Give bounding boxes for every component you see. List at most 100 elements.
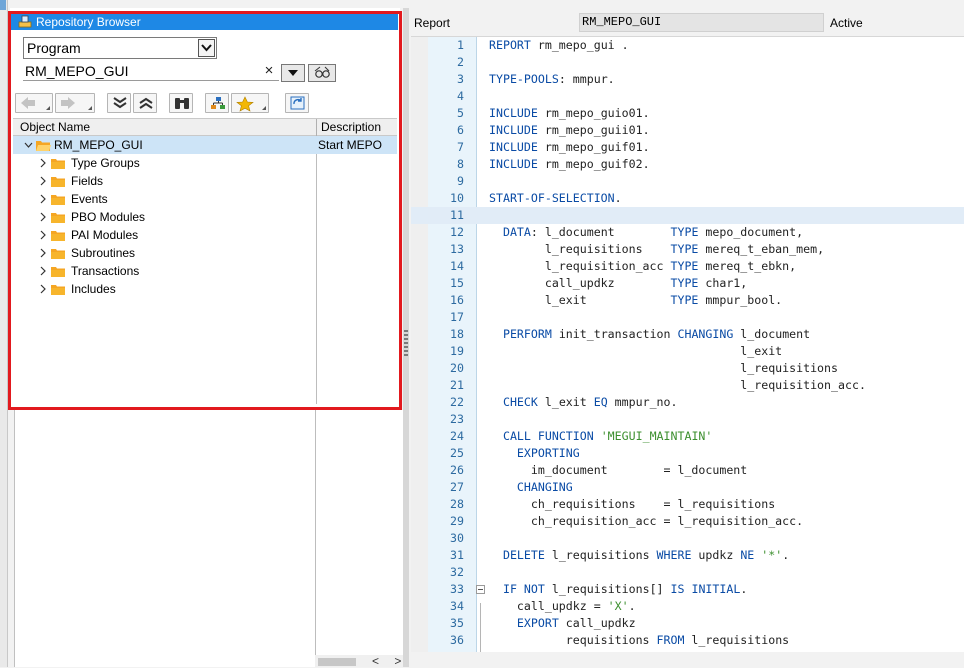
line-number: 18 [450, 327, 464, 341]
code-line[interactable]: 15 call_updkz TYPE char1, [411, 275, 964, 292]
folder-icon [51, 267, 65, 277]
line-number: 36 [450, 633, 464, 647]
refresh-button[interactable] [285, 93, 309, 113]
code-text: CALL FUNCTION 'MEGUI_MAINTAIN' [502, 429, 713, 443]
tree-node[interactable]: Transactions [39, 262, 309, 280]
code-line[interactable]: 14 l_requisition_acc TYPE mereq_t_ebkn, [411, 258, 964, 275]
display-button[interactable] [308, 64, 336, 82]
code-line[interactable]: 10 START-OF-SELECTION. [411, 190, 964, 207]
code-line[interactable]: 6 INCLUDE rm_mepo_guii01. [411, 122, 964, 139]
code-line[interactable]: 20 l_requisitions [411, 360, 964, 377]
code-line[interactable]: 8 INCLUDE rm_mepo_guif02. [411, 156, 964, 173]
code-line[interactable]: 29 ch_requisition_acc = l_requisition_ac… [411, 513, 964, 530]
expand-all-button[interactable] [133, 93, 157, 113]
code-line[interactable]: 5 INCLUDE rm_mepo_guio01. [411, 105, 964, 122]
code-line[interactable]: 23 [411, 411, 964, 428]
code-line[interactable]: 27 CHANGING [411, 479, 964, 496]
hierarchy-button[interactable] [205, 93, 229, 113]
code-text: ch_requisitions = l_requisitions [489, 497, 776, 511]
tree-root-row[interactable]: RM_MEPO_GUI Start MEPO [13, 136, 397, 154]
code-line[interactable]: 26 im_document = l_document [411, 462, 964, 479]
chevron-right-icon[interactable] [39, 176, 47, 186]
tree-node[interactable]: Subroutines [39, 244, 309, 262]
forward-button[interactable] [55, 93, 95, 113]
code-line[interactable]: 21 l_requisition_acc. [411, 377, 964, 394]
chevron-right-icon[interactable] [39, 284, 47, 294]
scrollbar-thumb[interactable] [318, 658, 356, 666]
code-line[interactable]: 12 DATA: l_document TYPE mepo_document, [411, 224, 964, 241]
name-dropdown-button[interactable] [281, 64, 305, 82]
folder-icon [51, 159, 65, 169]
collapse-all-button[interactable] [107, 93, 131, 113]
fold-toggle-icon[interactable] [476, 585, 485, 594]
tree-node[interactable]: PAI Modules [39, 226, 309, 244]
tree-node[interactable]: Type Groups [39, 154, 309, 172]
code-line[interactable]: 3 TYPE-POOLS: mmpur. [411, 71, 964, 88]
chevron-right-icon[interactable] [39, 230, 47, 240]
line-number: 8 [457, 157, 464, 171]
line-number: 2 [457, 55, 464, 69]
code-line[interactable]: 4 [411, 88, 964, 105]
code-text: INCLUDE rm_mepo_guii01. [489, 123, 650, 137]
tree-node[interactable]: Fields [39, 172, 309, 190]
code-line[interactable]: 36 requisitions FROM l_requisitions [411, 632, 964, 649]
object-name-input[interactable]: RM_MEPO_GUI [23, 61, 279, 81]
code-line[interactable]: 19 l_exit [411, 343, 964, 360]
splitter-grip-handle[interactable] [404, 330, 408, 358]
chevron-right-icon[interactable] [39, 266, 47, 276]
program-name-field: RM_MEPO_GUI [579, 13, 824, 32]
line-number: 7 [457, 140, 464, 154]
object-type-select[interactable]: Program [23, 37, 217, 59]
code-line[interactable]: 33 IF NOT l_requisitions[] IS INITIAL. [411, 581, 964, 598]
chevron-right-icon[interactable] [39, 194, 47, 204]
code-line[interactable]: 30 [411, 530, 964, 547]
tree-node-label: PAI Modules [71, 228, 139, 242]
triangle-down-icon [288, 70, 298, 76]
favorites-button[interactable] [231, 93, 269, 113]
code-line[interactable]: 13 l_requisitions TYPE mereq_t_eban_mem, [411, 241, 964, 258]
navigation-toolbar [15, 93, 395, 115]
code-line[interactable]: 11 [411, 207, 964, 224]
code-line[interactable]: 31 DELETE l_requisitions WHERE updkz NE … [411, 547, 964, 564]
column-divider[interactable] [316, 119, 317, 136]
abap-code-editor[interactable]: 1 REPORT rm_mepo_gui . 2 3 TYPE-POOLS: mmpur… [411, 36, 964, 652]
chevron-right-icon[interactable] [39, 158, 47, 168]
column-header-object-name[interactable]: Object Name [20, 119, 90, 136]
chevron-right-icon[interactable] [39, 248, 47, 258]
chevron-down-icon[interactable] [24, 140, 33, 150]
code-text: l_requisitions [489, 361, 839, 375]
status-label: Active [830, 16, 863, 30]
code-line[interactable]: 1 REPORT rm_mepo_gui . [411, 37, 964, 54]
code-line[interactable]: 22 CHECK l_exit EQ mmpur_no. [411, 394, 964, 411]
line-number: 26 [450, 463, 464, 477]
code-line[interactable]: 25 EXPORTING [411, 445, 964, 462]
code-line[interactable]: 28 ch_requisitions = l_requisitions [411, 496, 964, 513]
tree-node[interactable]: Includes [39, 280, 309, 298]
folder-icon [51, 249, 65, 259]
find-button[interactable] [169, 93, 193, 113]
code-line[interactable]: 2 [411, 54, 964, 71]
editor-bottom-strip [409, 652, 964, 667]
repository-empty-area [14, 410, 403, 667]
line-number: 3 [457, 72, 464, 86]
code-line[interactable]: 32 [411, 564, 964, 581]
code-line[interactable]: 35 EXPORT call_updkz [411, 615, 964, 632]
column-header-description[interactable]: Description [321, 119, 381, 136]
clear-input-icon[interactable]: × [262, 61, 276, 81]
code-line[interactable]: 9 [411, 173, 964, 190]
tree-node[interactable]: PBO Modules [39, 208, 309, 226]
code-line[interactable]: 16 l_exit TYPE mmpur_bool. [411, 292, 964, 309]
code-line[interactable]: 34 call_updkz = 'X'. [411, 598, 964, 615]
code-line[interactable]: 7 INCLUDE rm_mepo_guif01. [411, 139, 964, 156]
line-number: 11 [450, 208, 464, 222]
binoculars-icon [175, 98, 189, 109]
tree-node[interactable]: Events [39, 190, 309, 208]
object-type-value: Program [27, 40, 81, 56]
object-name-value: RM_MEPO_GUI [25, 63, 129, 79]
chevron-right-icon[interactable] [39, 212, 47, 222]
code-line[interactable]: 17 [411, 309, 964, 326]
chevron-down-icon[interactable] [198, 39, 215, 57]
code-line[interactable]: 18 PERFORM init_transaction CHANGING l_d… [411, 326, 964, 343]
code-line[interactable]: 24 CALL FUNCTION 'MEGUI_MAINTAIN' [411, 428, 964, 445]
back-button[interactable] [15, 93, 53, 113]
